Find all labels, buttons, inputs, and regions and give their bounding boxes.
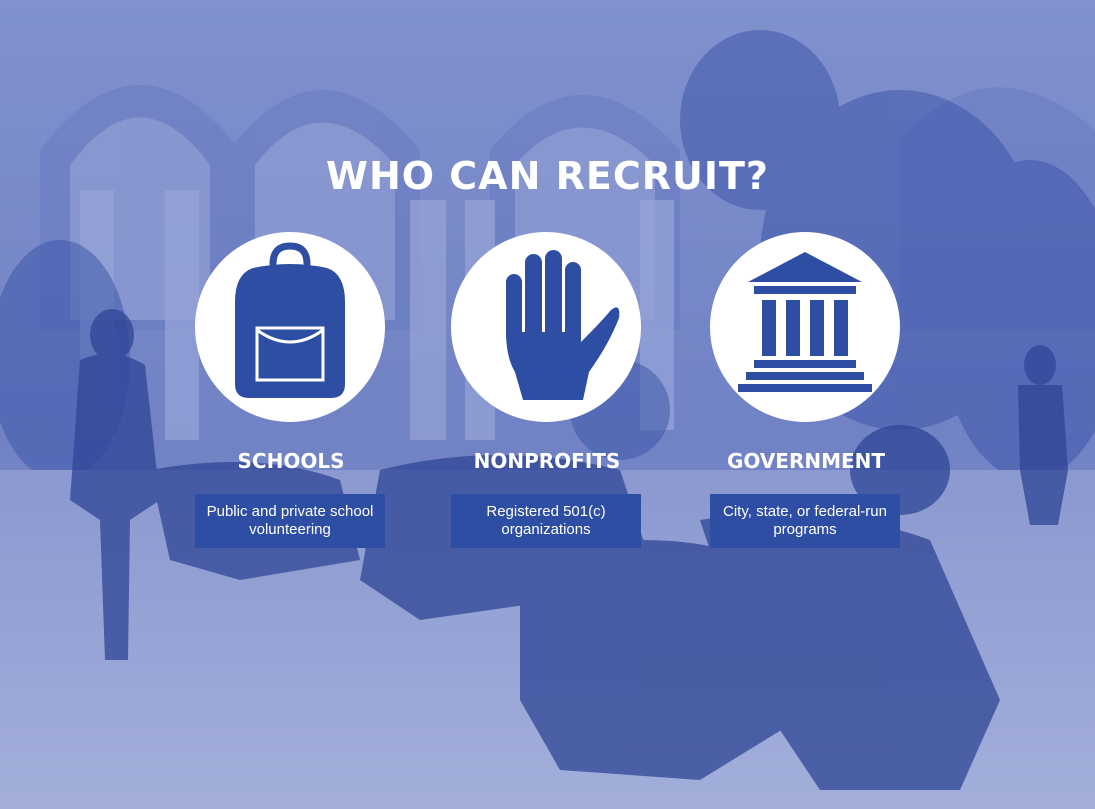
- nonprofits-description: Registered 501(c) organizations: [451, 494, 641, 548]
- government-badge: [710, 232, 900, 422]
- government-label: GOVERNMENT: [726, 449, 886, 473]
- nonprofits-label: NONPROFITS: [473, 449, 621, 473]
- schools-label: SCHOOLS: [237, 449, 345, 473]
- raised-hand-icon: [506, 250, 620, 400]
- government-building-icon: [738, 252, 872, 392]
- category-schools: SCHOOLS Public and private school volunt…: [191, 230, 391, 560]
- government-description: City, state, or federal-run programs: [710, 494, 900, 548]
- nonprofits-badge: [451, 232, 641, 422]
- backpack-icon: [235, 242, 345, 398]
- schools-badge: [195, 232, 385, 422]
- page-title: WHO CAN RECRUIT?: [326, 154, 769, 198]
- category-nonprofits: NONPROFITS Registered 501(c) organizatio…: [447, 230, 647, 560]
- category-government: GOVERNMENT City, state, or federal-run p…: [706, 230, 906, 560]
- slide: WHO CAN RECRUIT? SCHOOLS Public and priv…: [0, 0, 1095, 809]
- schools-description: Public and private school volunteering: [195, 494, 385, 548]
